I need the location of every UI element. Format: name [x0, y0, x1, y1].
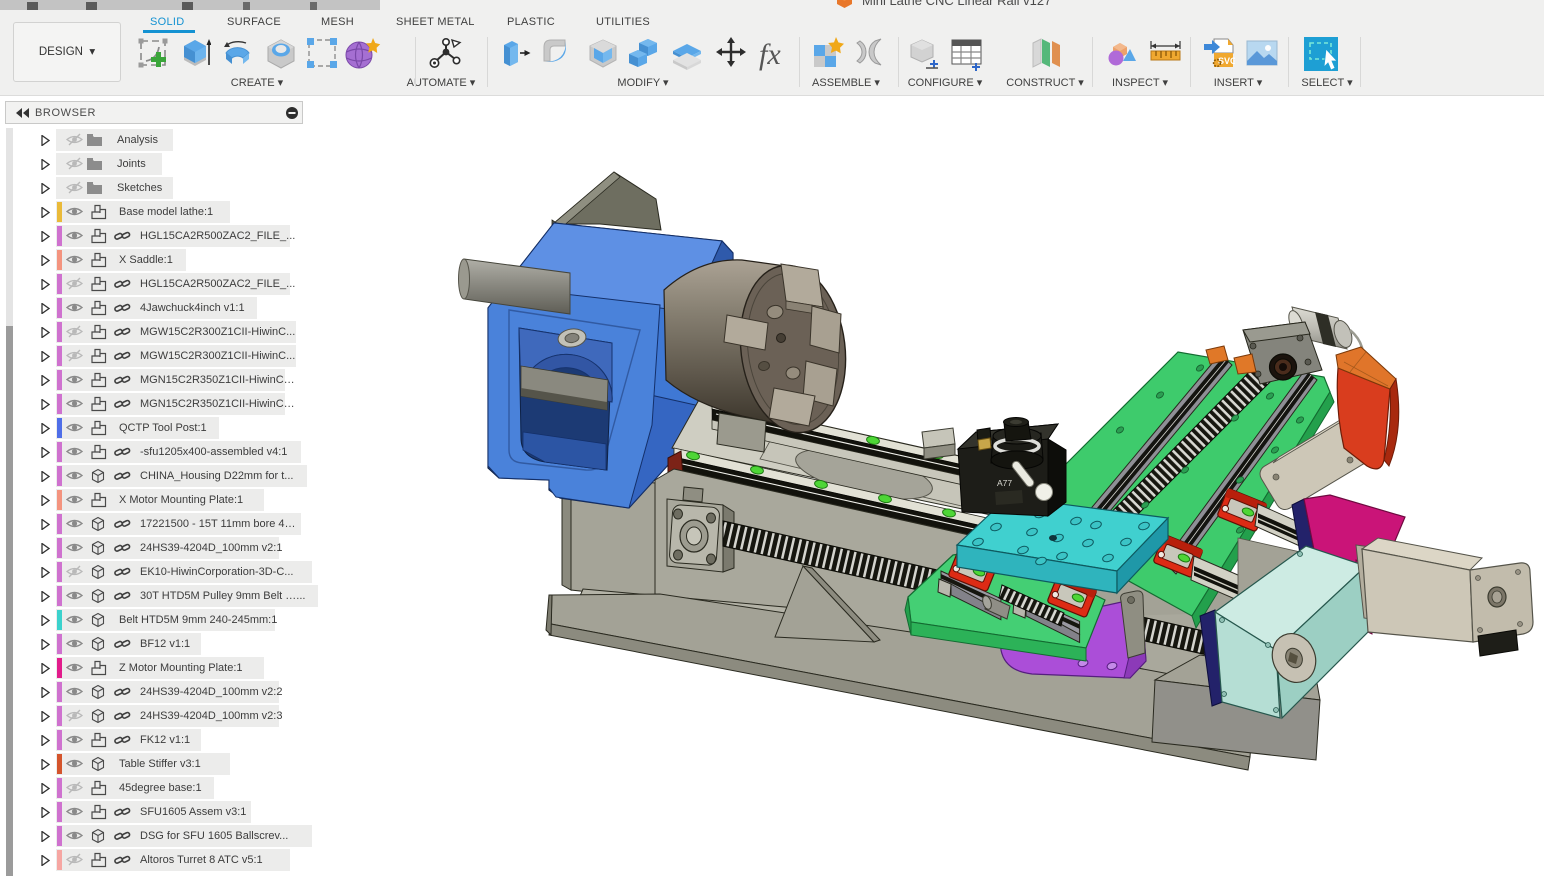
svg-text:A77: A77: [997, 478, 1012, 488]
svg-text:fx: fx: [759, 38, 781, 71]
